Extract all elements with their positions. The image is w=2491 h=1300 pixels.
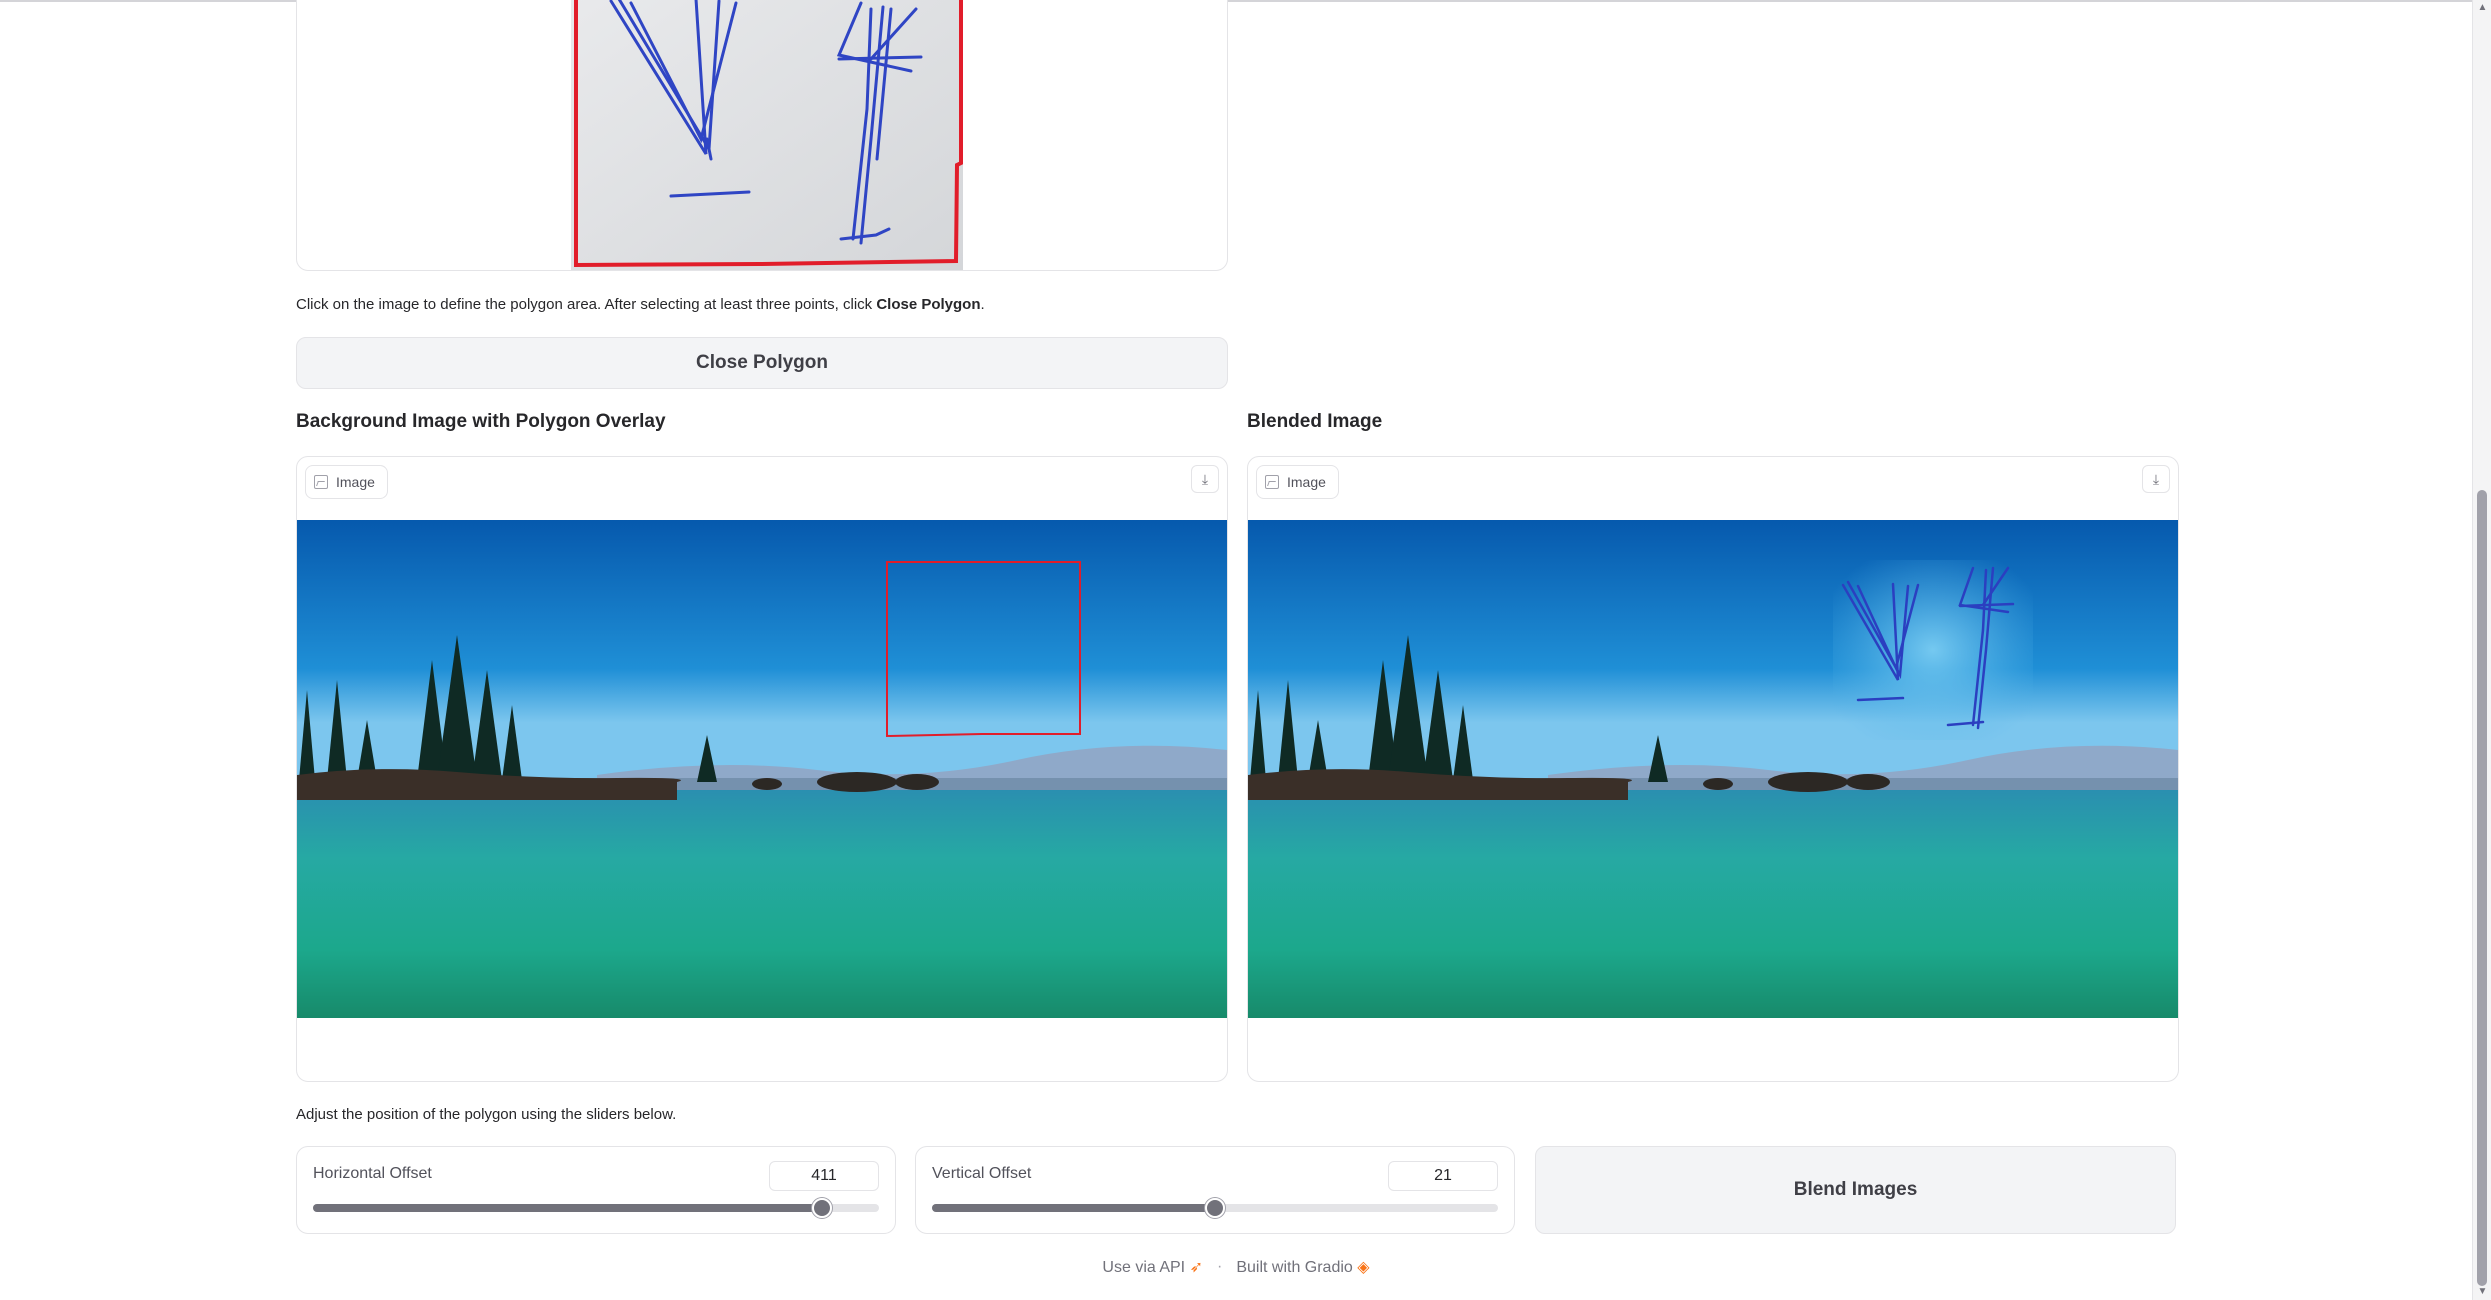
image-icon [1265, 475, 1279, 489]
vertical-offset-label: Vertical Offset [932, 1165, 1032, 1182]
blend-images-button[interactable]: Blend Images [1535, 1146, 2176, 1234]
blended-panel-title: Blended Image [1247, 411, 1383, 432]
blended-image [1248, 520, 2178, 1018]
footer: Use via API ➶ · Built with Gradio ◈ [0, 1257, 2472, 1277]
download-icon: ⤓ [2152, 470, 2160, 487]
vertical-offset-slider[interactable] [932, 1198, 1498, 1218]
horizontal-offset-block: Horizontal Offset 411 [296, 1146, 896, 1234]
sketch-input-image-block[interactable] [296, 0, 1228, 271]
vertical-offset-input[interactable]: 21 [1388, 1161, 1498, 1191]
horizontal-offset-slider[interactable] [313, 1198, 879, 1218]
rocket-icon: ➶ [1189, 1259, 1203, 1276]
blended-image-block: Image ⤓ [1247, 456, 2179, 1082]
horizontal-offset-label: Horizontal Offset [313, 1165, 432, 1182]
built-with-gradio-label: Built with Gradio [1236, 1259, 1353, 1276]
polygon-instruction: Click on the image to define the polygon… [296, 296, 985, 313]
polygon-instruction-bold: Close Polygon [876, 296, 981, 313]
polygon-instruction-text: Click on the image to define the polygon… [296, 296, 877, 313]
scrollbar-thumb[interactable] [2477, 490, 2487, 1286]
use-via-api-label: Use via API [1102, 1259, 1186, 1276]
overlay-image-badge-label: Image [336, 474, 375, 490]
scroll-up-arrow-icon[interactable]: ▲ [2473, 0, 2491, 16]
overlay-panel-title: Background Image with Polygon Overlay [296, 411, 666, 432]
overlay-image-block: Image ⤓ [296, 456, 1228, 1082]
close-polygon-button[interactable]: Close Polygon [296, 337, 1228, 389]
image-icon [314, 475, 328, 489]
overlay-image [297, 520, 1227, 1018]
horizontal-offset-input[interactable]: 411 [769, 1161, 879, 1191]
sketch-input-image[interactable] [571, 0, 963, 271]
download-icon: ⤓ [1201, 470, 1209, 487]
overlay-image-badge: Image [305, 465, 388, 499]
blended-image-badge-label: Image [1287, 474, 1326, 490]
scroll-down-arrow-icon[interactable]: ▼ [2473, 1284, 2491, 1300]
vertical-offset-thumb[interactable] [1205, 1198, 1225, 1218]
blended-download-button[interactable]: ⤓ [2142, 465, 2170, 493]
horizontal-offset-thumb[interactable] [812, 1198, 833, 1218]
page-scrollbar[interactable]: ▲ ▼ [2472, 0, 2491, 1300]
polygon-instruction-end: . [980, 296, 985, 313]
vertical-offset-block: Vertical Offset 21 [915, 1146, 1515, 1234]
use-via-api-link[interactable]: Use via API ➶ [1102, 1257, 1203, 1277]
blended-image-badge: Image [1256, 465, 1339, 499]
built-with-gradio-link[interactable]: Built with Gradio ◈ [1236, 1257, 1369, 1277]
horizontal-offset-fill [313, 1204, 823, 1212]
sliders-instruction: Adjust the position of the polygon using… [296, 1106, 677, 1123]
gradio-logo-icon: ◈ [1357, 1259, 1370, 1276]
vertical-offset-fill [932, 1204, 1215, 1212]
footer-separator: · [1216, 1258, 1223, 1275]
overlay-download-button[interactable]: ⤓ [1191, 465, 1219, 493]
